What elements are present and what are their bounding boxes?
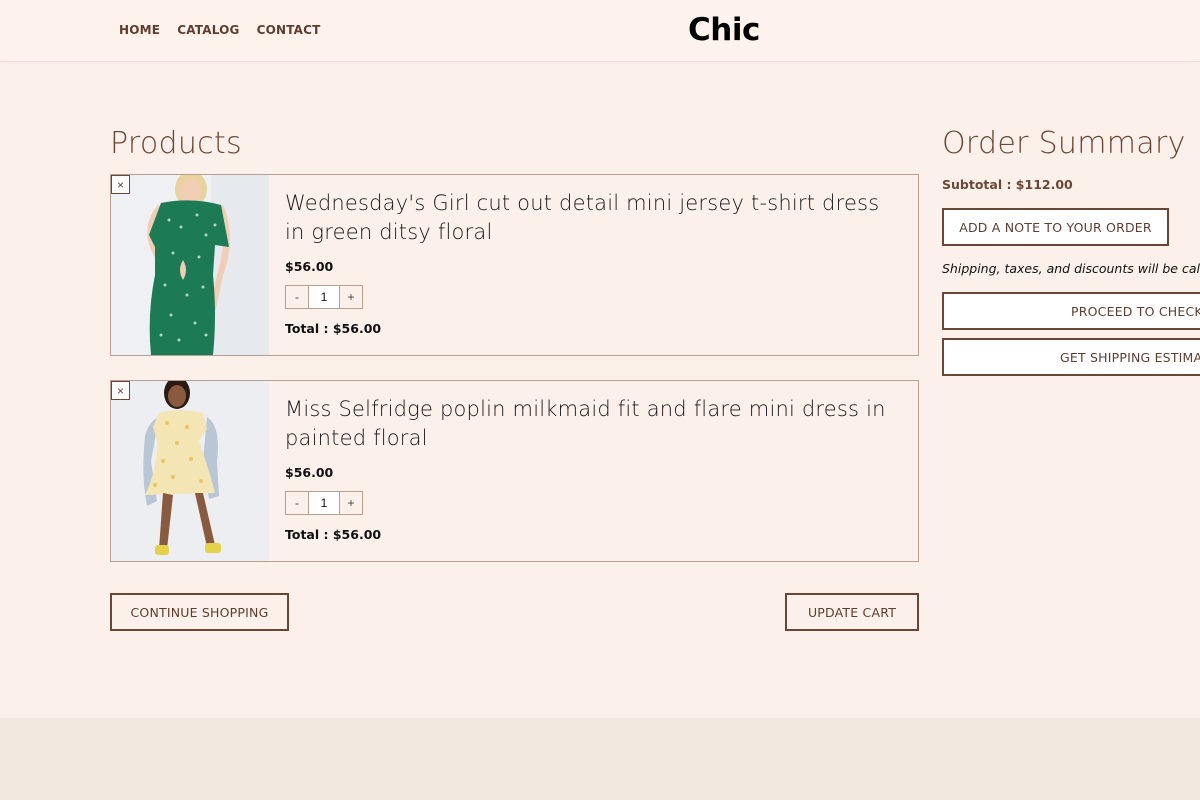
item-total: Total : $56.00: [285, 527, 382, 542]
add-note-button[interactable]: ADD A NOTE TO YOUR ORDER: [942, 208, 1169, 246]
cart-item: × Miss Selfridge poplin milkmaid fit and…: [110, 380, 919, 562]
quantity-input[interactable]: 1: [308, 286, 340, 308]
quantity-stepper: - 1 +: [285, 285, 363, 309]
product-name[interactable]: Miss Selfridge poplin milkmaid fit and f…: [285, 395, 905, 453]
nav-contact-link[interactable]: CONTACT: [257, 23, 321, 37]
yellow-dress-photo: [111, 381, 269, 561]
shipping-estimate-button[interactable]: GET SHIPPING ESTIMATE: [942, 338, 1200, 376]
green-dress-photo: [111, 175, 269, 355]
increase-quantity-button[interactable]: +: [340, 492, 362, 514]
products-title: Products: [110, 126, 242, 161]
quantity-stepper: - 1 +: [285, 491, 363, 515]
decrease-quantity-button[interactable]: -: [286, 286, 308, 308]
product-image[interactable]: [111, 175, 269, 355]
product-price: $56.00: [285, 465, 334, 480]
decrease-quantity-button[interactable]: -: [286, 492, 308, 514]
nav-home-link[interactable]: HOME: [119, 23, 160, 37]
nav-catalog-link[interactable]: CATALOG: [177, 23, 239, 37]
site-header: HOME CATALOG CONTACT Chic: [0, 0, 1200, 62]
continue-shopping-button[interactable]: CONTINUE SHOPPING: [110, 593, 289, 631]
update-cart-button[interactable]: UPDATE CART: [785, 593, 919, 631]
subtotal: Subtotal : $112.00: [942, 177, 1073, 192]
product-image[interactable]: [111, 381, 269, 561]
quantity-input[interactable]: 1: [308, 492, 340, 514]
cart-item: × Wednesday's Girl cut out detail mini j…: [110, 174, 919, 356]
order-summary-title: Order Summary: [942, 126, 1186, 161]
product-price: $56.00: [285, 259, 334, 274]
site-footer: [0, 718, 1200, 800]
increase-quantity-button[interactable]: +: [340, 286, 362, 308]
checkout-button[interactable]: PROCEED TO CHECKO: [942, 292, 1200, 330]
product-name[interactable]: Wednesday's Girl cut out detail mini jer…: [285, 189, 905, 247]
item-total: Total : $56.00: [285, 321, 382, 336]
remove-item-button[interactable]: ×: [111, 381, 130, 400]
shipping-notice: Shipping, taxes, and discounts will be c…: [942, 261, 1200, 276]
main-nav: HOME CATALOG CONTACT: [119, 23, 321, 37]
site-logo[interactable]: Chic: [688, 12, 760, 48]
remove-item-button[interactable]: ×: [111, 175, 130, 194]
